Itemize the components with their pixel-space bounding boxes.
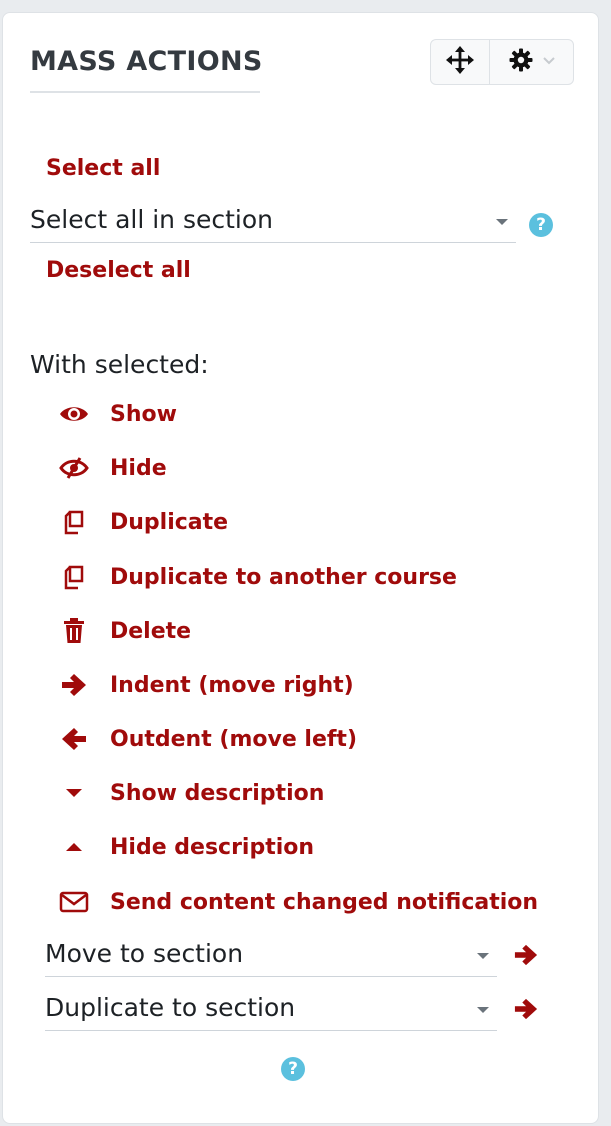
duplicate-to-section-value: Duplicate to section [45, 993, 296, 1022]
with-selected-label: With selected: [30, 350, 209, 379]
copy-icon [56, 507, 92, 537]
chevron-down-icon [542, 54, 556, 70]
action-show-description[interactable]: Show description [56, 778, 324, 808]
help-glyph: ? [288, 1059, 298, 1079]
select-all-link[interactable]: Select all [46, 156, 160, 181]
move-to-section-dropdown[interactable]: Move to section [45, 939, 497, 977]
gear-icon [508, 47, 534, 77]
caret-down-icon [56, 778, 92, 808]
move-to-section-value: Move to section [45, 939, 244, 968]
help-icon[interactable]: ? [281, 1057, 305, 1081]
move-arrows-icon [445, 45, 475, 79]
move-to-section-go-button[interactable] [512, 943, 540, 971]
duplicate-to-section-go-button[interactable] [512, 997, 540, 1025]
caret-down-icon [477, 953, 489, 959]
block-controls [430, 39, 574, 85]
action-indent[interactable]: Indent (move right) [56, 670, 354, 700]
caret-down-icon [477, 1007, 489, 1013]
help-glyph: ? [536, 215, 546, 235]
select-in-section-value: Select all in section [30, 205, 274, 234]
action-label: Hide description [110, 834, 315, 860]
action-label: Indent (move right) [110, 672, 354, 698]
arrow-right-icon [56, 670, 92, 700]
action-label: Duplicate [110, 509, 229, 535]
action-label: Duplicate to another course [110, 564, 457, 590]
action-hide[interactable]: Hide [56, 453, 167, 483]
action-hide-description[interactable]: Hide description [56, 832, 314, 862]
action-outdent[interactable]: Outdent (move left) [56, 724, 357, 754]
block-actions-menu-button[interactable] [490, 40, 573, 84]
action-send-notification[interactable]: Send content changed notification [56, 887, 538, 917]
deselect-all-link[interactable]: Deselect all [46, 258, 191, 283]
eye-icon [56, 399, 92, 429]
move-block-button[interactable] [431, 40, 490, 84]
action-show[interactable]: Show [56, 399, 177, 429]
arrow-right-icon [513, 943, 539, 971]
caret-down-icon [496, 219, 508, 225]
action-label: Show description [110, 780, 325, 806]
action-label: Show [110, 401, 177, 427]
arrow-left-icon [56, 724, 92, 754]
help-icon[interactable]: ? [529, 213, 553, 237]
action-duplicate[interactable]: Duplicate [56, 507, 228, 537]
trash-icon [56, 616, 92, 646]
copy-icon [56, 562, 92, 592]
action-label: Hide [110, 455, 167, 481]
select-in-section-dropdown[interactable]: Select all in section [30, 205, 516, 243]
arrow-right-icon [513, 997, 539, 1025]
envelope-icon [56, 887, 92, 917]
caret-up-icon [56, 832, 92, 862]
duplicate-to-section-dropdown[interactable]: Duplicate to section [45, 993, 497, 1031]
action-duplicate-to-another-course[interactable]: Duplicate to another course [56, 562, 457, 592]
action-label: Delete [110, 618, 192, 644]
block-title: MASS ACTIONS [30, 46, 262, 93]
action-label: Outdent (move left) [110, 726, 358, 752]
action-label: Send content changed notification [110, 889, 539, 915]
action-delete[interactable]: Delete [56, 616, 191, 646]
eye-slash-icon [56, 453, 92, 483]
